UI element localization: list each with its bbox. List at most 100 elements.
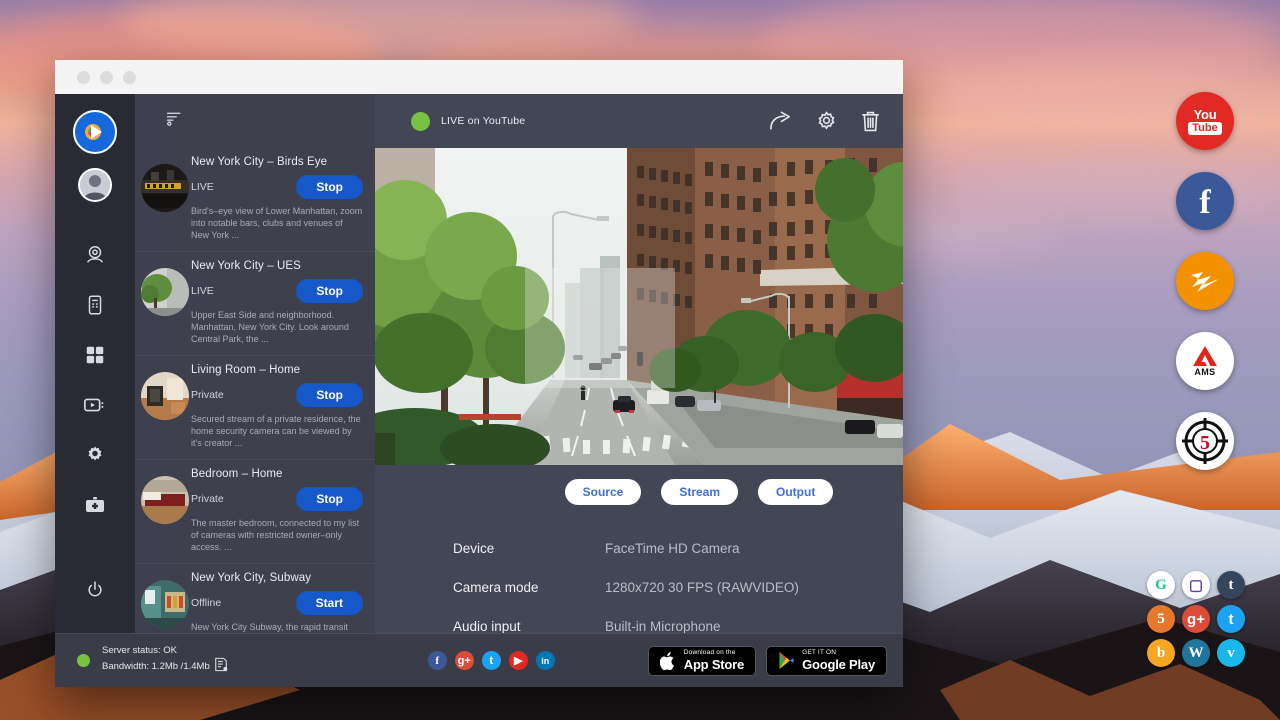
target-five-glyph: 5: [1180, 416, 1230, 466]
google-play-small-label: GET IT ON: [802, 650, 875, 657]
sidebar-item-support[interactable]: [69, 480, 121, 530]
app-store-big-label: App Store: [684, 658, 744, 671]
sidebar-item-player[interactable]: [69, 380, 121, 430]
camera-state: Private: [191, 389, 224, 401]
facebook-launcher-icon[interactable]: f: [1176, 172, 1234, 230]
twitter-glyph: t: [1229, 611, 1234, 628]
list-item[interactable]: Bedroom – Home Private Stop The master b…: [135, 460, 375, 564]
live-status-label: LIVE on YouTube: [441, 115, 525, 127]
main-header: LIVE on YouTube: [375, 94, 903, 148]
twitch-icon[interactable]: ▢: [1182, 571, 1210, 599]
camera-thumbnail: [141, 372, 189, 420]
camera-action-button[interactable]: Stop: [296, 175, 363, 199]
list-item[interactable]: Living Room – Home Private Stop Secured …: [135, 356, 375, 460]
close-button[interactable]: [77, 71, 90, 84]
linkedin-icon[interactable]: in: [536, 651, 555, 670]
sidebar-rail: [55, 94, 135, 633]
list-item[interactable]: New York City – Birds Eye LIVE Stop Bird…: [135, 148, 375, 252]
video-preview[interactable]: [375, 148, 903, 465]
app-store-badge[interactable]: Download on the App Store: [648, 646, 756, 676]
maximize-button[interactable]: [123, 71, 136, 84]
tab-source[interactable]: Source: [565, 479, 642, 505]
thumbnail-ues: [141, 268, 189, 316]
facebook-glyph: f: [1199, 186, 1210, 220]
list-item[interactable]: New York City, Subway Offline Start New …: [135, 564, 375, 633]
trash-icon: [860, 110, 881, 133]
youtube-icon[interactable]: ▶: [509, 651, 528, 670]
delete-button[interactable]: [860, 110, 881, 133]
info-key: Audio input: [453, 619, 605, 634]
camera-action-button[interactable]: Stop: [296, 279, 363, 303]
settings-tabs: Source Stream Output: [375, 465, 903, 505]
settings-button[interactable]: [815, 110, 838, 133]
grammarly-glyph: G: [1155, 577, 1167, 594]
sidebar-item-power[interactable]: [69, 565, 121, 615]
google-play-big-label: Google Play: [802, 658, 875, 671]
youtube-launcher-icon[interactable]: You Tube: [1176, 92, 1234, 150]
sidebar-item-settings[interactable]: [69, 430, 121, 480]
social-links: f g+ t ▶ in: [428, 651, 555, 670]
camera-action-button[interactable]: Stop: [296, 383, 363, 407]
camera-title: Bedroom – Home: [191, 468, 365, 480]
info-value[interactable]: FaceTime HD Camera: [605, 541, 740, 556]
share-arrow-icon: [768, 110, 793, 132]
wowza-launcher-icon[interactable]: [1176, 252, 1234, 310]
twitter-icon[interactable]: t: [482, 651, 501, 670]
gear-icon: [815, 110, 838, 133]
video-frame: [375, 148, 903, 465]
info-value[interactable]: Built-in Microphone: [605, 619, 721, 634]
app-logo[interactable]: [73, 110, 117, 154]
camera-state: Private: [191, 493, 224, 505]
five-icon[interactable]: 5: [1147, 605, 1175, 633]
google-play-badge[interactable]: GET IT ON Google Play: [766, 646, 887, 676]
tab-stream[interactable]: Stream: [661, 479, 738, 505]
avatar-photo-icon: [80, 170, 110, 200]
app-store-small-label: Download on the: [684, 650, 744, 657]
header-actions: [768, 110, 881, 133]
log-document-icon[interactable]: [214, 657, 228, 676]
minimize-button[interactable]: [100, 71, 113, 84]
sidebar-item-grid[interactable]: [69, 330, 121, 380]
google-plus-icon[interactable]: g+: [1182, 605, 1210, 633]
youtube-label-top: You: [1194, 108, 1217, 121]
camera-action-button[interactable]: Start: [296, 591, 363, 615]
apple-icon: [660, 651, 677, 671]
info-value[interactable]: 1280x720 30 FPS (RAWVIDEO): [605, 580, 799, 595]
server-status-label: Server status: OK: [102, 645, 228, 657]
grammarly-icon[interactable]: G: [1147, 571, 1175, 599]
sidebar-item-cameras[interactable]: [69, 230, 121, 280]
info-row-device: Device FaceTime HD Camera: [453, 541, 903, 556]
info-key: Camera mode: [453, 580, 605, 595]
tab-output[interactable]: Output: [758, 479, 833, 505]
five-target-launcher-icon[interactable]: 5: [1176, 412, 1234, 470]
five-glyph: 5: [1157, 611, 1165, 628]
user-avatar[interactable]: [78, 168, 112, 202]
server-status-dot: [77, 654, 90, 667]
twitter-icon[interactable]: t: [1217, 605, 1245, 633]
facebook-icon[interactable]: f: [428, 651, 447, 670]
thumbnail-birds-eye: [141, 164, 189, 212]
list-item[interactable]: New York City – UES LIVE Stop Upper East…: [135, 252, 375, 356]
blogger-icon[interactable]: b: [1147, 639, 1175, 667]
thumbnail-subway: [141, 580, 189, 628]
adobe-ams-launcher-icon[interactable]: AMS: [1176, 332, 1234, 390]
sidebar-item-devices[interactable]: [69, 280, 121, 330]
bandwidth-label: Bandwidth: 1.2Mb /1.4Mb: [102, 661, 210, 673]
sort-filter-icon[interactable]: [165, 109, 184, 133]
play-logo-icon: [82, 119, 108, 145]
camera-action-button[interactable]: Stop: [296, 487, 363, 511]
vimeo-icon[interactable]: v: [1217, 639, 1245, 667]
svg-text:5: 5: [1200, 432, 1210, 454]
camera-list-scroll[interactable]: New York City – Birds Eye LIVE Stop Bird…: [135, 148, 375, 633]
store-badges: Download on the App Store GET IT ON: [648, 646, 887, 676]
server-status: Server status: OK Bandwidth: 1.2Mb /1.4M…: [77, 645, 228, 676]
tumblr-icon[interactable]: t: [1217, 571, 1245, 599]
camera-list-header: [135, 94, 375, 148]
google-plus-icon[interactable]: g+: [455, 651, 474, 670]
camera-title: Living Room – Home: [191, 364, 365, 376]
share-button[interactable]: [768, 110, 793, 132]
camera-state: LIVE: [191, 181, 214, 193]
wordpress-icon[interactable]: W: [1182, 639, 1210, 667]
google-plus-glyph: g+: [1187, 611, 1205, 628]
google-play-icon: [778, 651, 795, 670]
